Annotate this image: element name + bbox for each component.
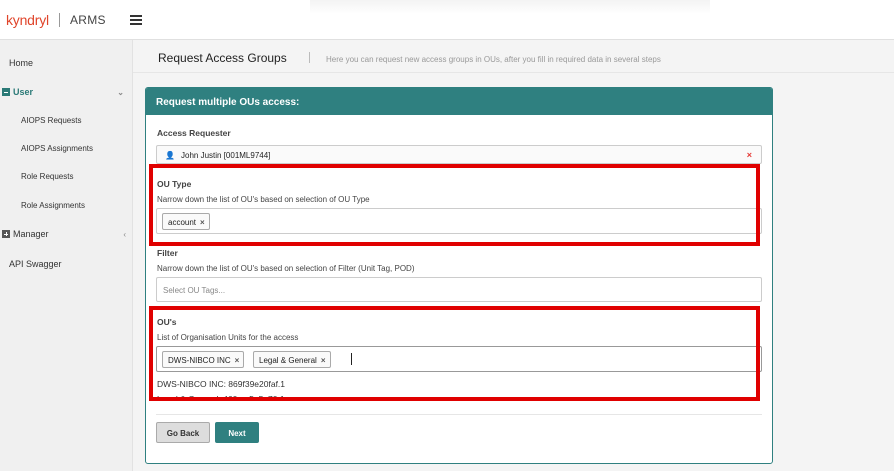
filter-help: Narrow down the list of OU's based on se… — [157, 264, 415, 273]
filter-label: Filter — [157, 248, 178, 258]
user-plus-icon: 👤 — [165, 151, 175, 160]
clear-requester-icon[interactable]: × — [747, 150, 752, 160]
sidebar-item-aiops-assignments[interactable]: AIOPS Assignments — [21, 144, 154, 153]
ou-type-tag: account × — [162, 213, 210, 230]
ou-tag: Legal & General × — [253, 351, 331, 368]
page-header: Request Access Groups Here you can reque… — [133, 40, 894, 73]
chevron-left-icon: ‹ — [123, 229, 126, 239]
sidebar-item-role-requests[interactable]: Role Requests — [21, 172, 154, 181]
next-button[interactable]: Next — [215, 422, 259, 443]
sidebar: Home User ⌄ AIOPS Requests AIOPS Assignm… — [0, 40, 133, 471]
header-shadow — [310, 0, 710, 14]
app-name: ARMS — [69, 12, 106, 27]
sidebar-item-label: Manager — [13, 229, 49, 239]
sidebar-item-role-assignments[interactable]: Role Assignments — [21, 201, 154, 210]
selected-ou-line: Legal & General: 460a...5a5..70.1 — [157, 394, 285, 400]
tag-label: account — [168, 218, 197, 227]
ou-tag: DWS-NIBCO INC × — [162, 351, 245, 368]
sidebar-item-aiops-requests[interactable]: AIOPS Requests — [21, 116, 154, 125]
title-divider — [309, 52, 310, 63]
ou-type-label: OU Type — [157, 179, 192, 189]
filter-placeholder: Select OU Tags... — [163, 286, 226, 295]
remove-tag-icon[interactable]: × — [200, 218, 205, 227]
sidebar-item-manager[interactable]: Manager ‹ — [2, 229, 135, 239]
card-title: Request multiple OUs access: — [146, 88, 772, 115]
tag-label: Legal & General — [259, 356, 317, 365]
text-cursor — [351, 353, 352, 365]
ous-label: OU's — [157, 317, 177, 327]
page-title: Request Access Groups — [158, 51, 287, 65]
go-back-button[interactable]: Go Back — [156, 422, 210, 443]
hamburger-menu-icon[interactable] — [129, 14, 142, 25]
sidebar-item-api-swagger[interactable]: API Swagger — [9, 259, 142, 269]
access-requester-field[interactable]: 👤 John Justin [001ML9744] × — [156, 145, 762, 164]
collapse-square-icon — [2, 88, 10, 96]
page-description: Here you can request new access groups i… — [326, 55, 661, 64]
ou-type-help: Narrow down the list of OU's based on se… — [157, 195, 370, 204]
remove-tag-icon[interactable]: × — [321, 356, 326, 365]
form-divider — [156, 414, 762, 415]
chevron-down-icon: ⌄ — [117, 87, 124, 97]
selected-ou-line: DWS-NIBCO INC: 869f39e20faf.1 — [157, 379, 286, 389]
ou-type-select[interactable]: account × — [156, 208, 762, 234]
sidebar-item-home[interactable]: Home — [9, 58, 142, 68]
top-bar: kyndryl ARMS — [0, 0, 894, 40]
access-requester-value: John Justin [001ML9744] — [181, 151, 271, 160]
sidebar-item-user[interactable]: User ⌄ — [2, 87, 135, 97]
access-requester-label: Access Requester — [157, 128, 231, 138]
tag-label: DWS-NIBCO INC — [168, 356, 231, 365]
filter-select[interactable]: Select OU Tags... — [156, 277, 762, 302]
ous-help: List of Organisation Units for the acces… — [157, 333, 299, 342]
sidebar-item-label: User — [13, 87, 34, 97]
remove-tag-icon[interactable]: × — [235, 356, 240, 365]
ous-select[interactable]: DWS-NIBCO INC × Legal & General × — [156, 346, 762, 372]
request-form-card: Request multiple OUs access: Access Requ… — [145, 87, 773, 464]
expand-square-icon — [2, 230, 10, 238]
brand-divider — [58, 12, 60, 27]
brand-logo[interactable]: kyndryl — [6, 12, 49, 28]
